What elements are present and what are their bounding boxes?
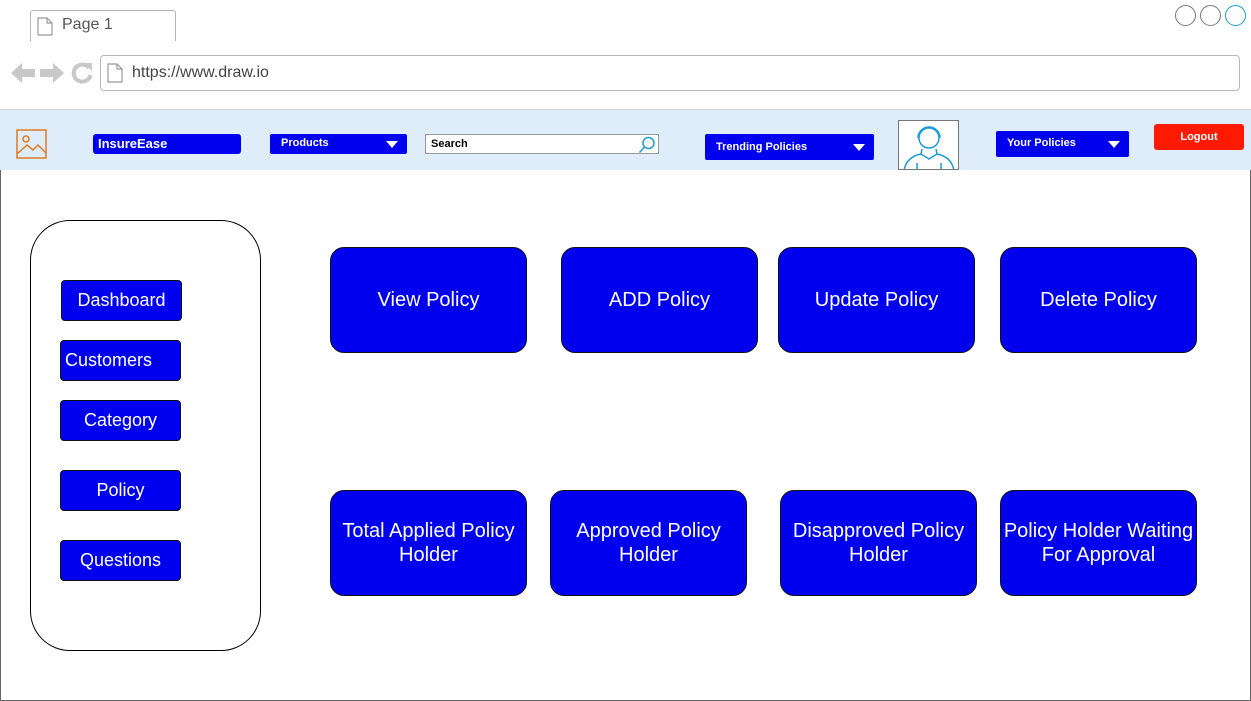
view-policy-card[interactable]: View Policy xyxy=(330,247,527,353)
maximize-button[interactable] xyxy=(1200,5,1221,26)
minimize-button[interactable] xyxy=(1175,5,1196,26)
avatar[interactable] xyxy=(898,120,959,170)
trending-policies-dropdown[interactable]: Trending Policies xyxy=(705,134,874,160)
url-text: https://www.draw.io xyxy=(132,64,269,81)
chevron-down-icon xyxy=(386,141,398,148)
image-icon xyxy=(16,129,47,164)
chevron-down-icon xyxy=(853,144,865,151)
search-input[interactable]: Search xyxy=(425,134,659,154)
delete-policy-card[interactable]: Delete Policy xyxy=(1000,247,1197,353)
search-placeholder: Search xyxy=(431,138,468,150)
app-header: InsureEase Products Search Trending Poli… xyxy=(0,110,1251,170)
browser-tab[interactable]: Page 1 xyxy=(30,10,176,41)
url-field[interactable]: https://www.draw.io xyxy=(100,55,1240,91)
sidebar-item-questions[interactable]: Questions xyxy=(60,540,181,581)
sidebar: Dashboard Customers Category Policy Ques… xyxy=(30,220,261,651)
reload-icon[interactable] xyxy=(71,62,93,89)
products-label: Products xyxy=(281,137,329,149)
close-button[interactable] xyxy=(1225,5,1246,26)
tab-title: Page 1 xyxy=(62,16,113,33)
trending-label: Trending Policies xyxy=(716,141,808,153)
disapproved-policy-holder-card[interactable]: Disapproved Policy Holder xyxy=(780,490,977,596)
chevron-down-icon xyxy=(1108,141,1120,148)
products-dropdown[interactable]: Products xyxy=(270,134,407,154)
approved-policy-holder-card[interactable]: Approved Policy Holder xyxy=(550,490,747,596)
logout-button[interactable]: Logout xyxy=(1154,124,1244,150)
document-icon xyxy=(37,17,53,41)
sidebar-item-policy[interactable]: Policy xyxy=(60,470,181,511)
update-policy-card[interactable]: Update Policy xyxy=(778,247,975,353)
search-icon[interactable] xyxy=(638,136,656,159)
sidebar-item-customers[interactable]: Customers xyxy=(60,340,181,381)
back-arrow-icon[interactable] xyxy=(11,63,35,88)
page-icon xyxy=(107,63,123,88)
sidebar-item-dashboard[interactable]: Dashboard xyxy=(61,280,182,321)
sidebar-item-category[interactable]: Category xyxy=(60,400,181,441)
your-policies-label: Your Policies xyxy=(1007,137,1076,149)
address-bar-area: https://www.draw.io xyxy=(0,41,1251,110)
policy-holder-waiting-card[interactable]: Policy Holder Waiting For Approval xyxy=(1000,490,1197,596)
add-policy-card[interactable]: ADD Policy xyxy=(561,247,758,353)
tab-bar: Page 1 xyxy=(0,0,1251,42)
brand-logo[interactable]: InsureEase xyxy=(93,134,241,154)
your-policies-dropdown[interactable]: Your Policies xyxy=(996,131,1129,157)
forward-arrow-icon[interactable] xyxy=(40,63,64,88)
total-applied-policy-holder-card[interactable]: Total Applied Policy Holder xyxy=(330,490,527,596)
